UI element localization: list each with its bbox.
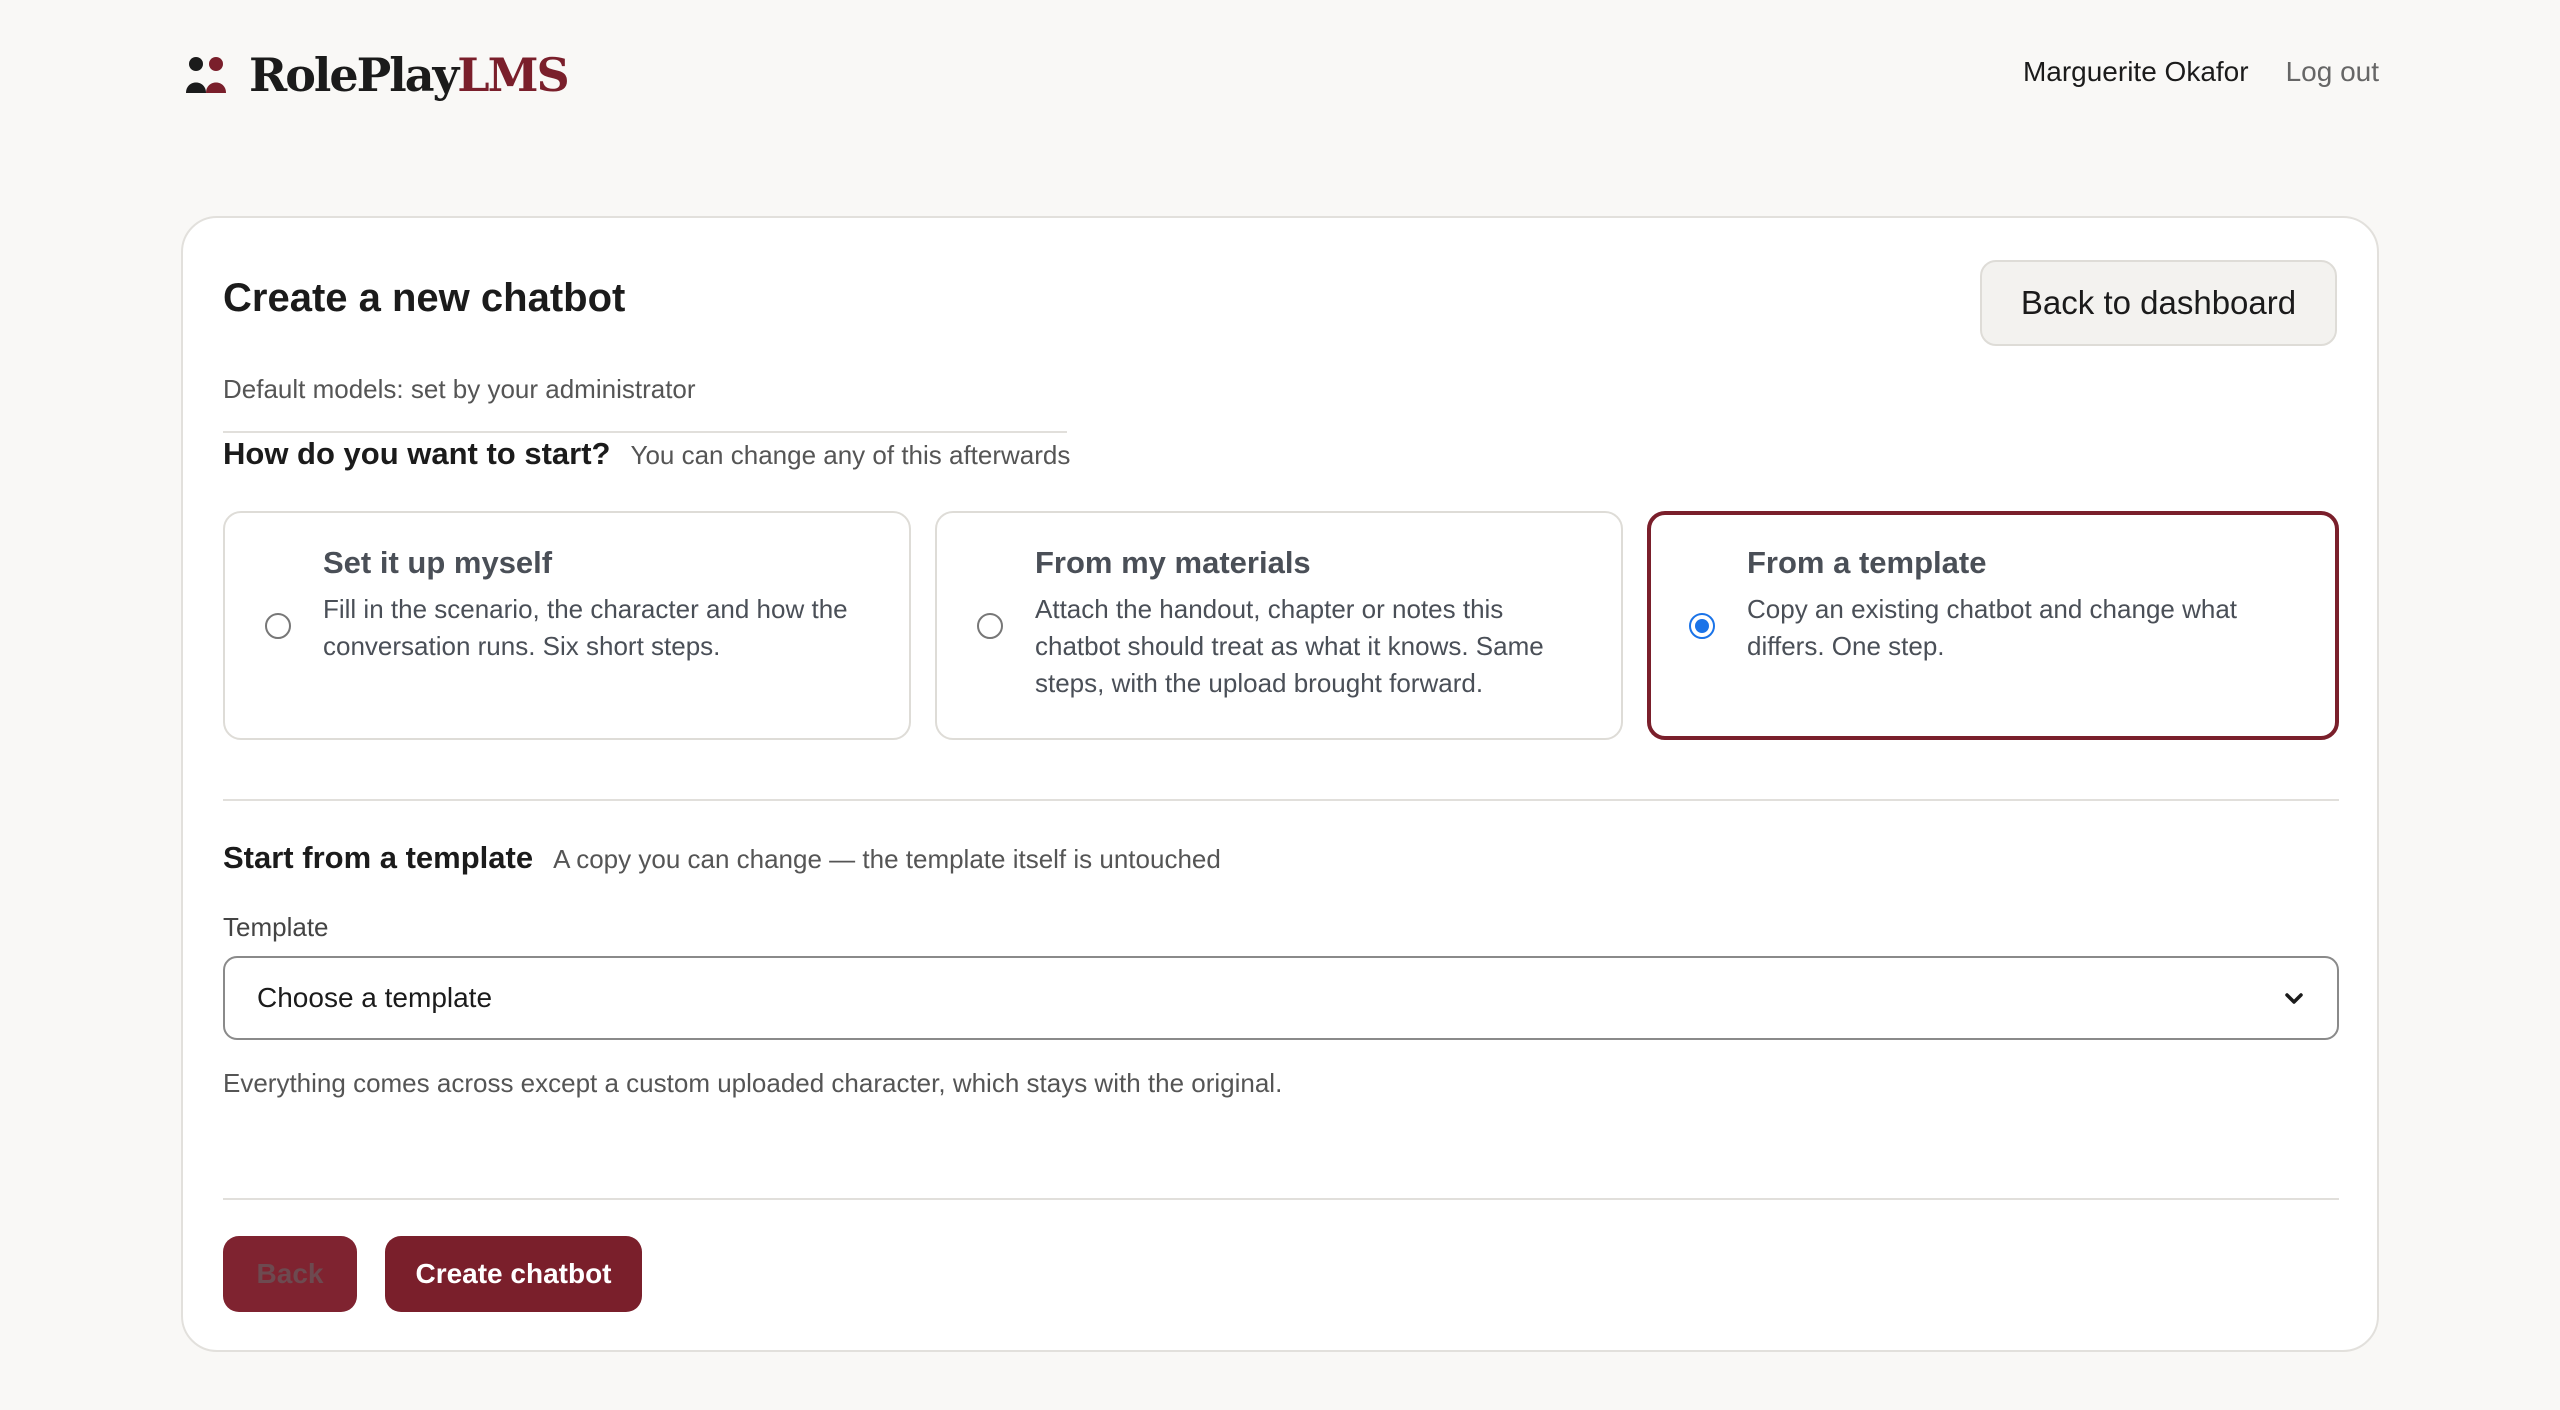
- logout-link[interactable]: Log out: [2286, 56, 2379, 88]
- user-nav: Marguerite Okafor Log out: [2023, 56, 2379, 88]
- divider: [223, 431, 1067, 433]
- option-description: Attach the handout, chapter or notes thi…: [1035, 594, 1544, 698]
- start-section-header: How do you want to start? You can change…: [223, 436, 1070, 472]
- template-section-heading: Start from a template: [223, 840, 534, 875]
- radio-button[interactable]: [977, 613, 1003, 639]
- option-title: From a template: [1747, 545, 1987, 580]
- template-field-label: Template: [223, 912, 329, 942]
- divider: [223, 799, 2339, 801]
- template-select-value: Choose a template: [257, 982, 493, 1013]
- option-set-it-up-myself[interactable]: Set it up myself Fill in the scenario, t…: [223, 511, 911, 740]
- user-name[interactable]: Marguerite Okafor: [2023, 56, 2249, 88]
- radio-button-selected[interactable]: [1689, 613, 1715, 639]
- radio-button[interactable]: [265, 613, 291, 639]
- template-section-subheading: A copy you can change — the template its…: [553, 844, 1221, 874]
- people-icon: [186, 57, 226, 93]
- option-description: Fill in the scenario, the character and …: [323, 594, 848, 661]
- brand-name-main: RolePlay: [249, 48, 459, 102]
- option-from-my-materials[interactable]: From my materials Attach the handout, ch…: [935, 511, 1623, 740]
- template-section-header: Start from a template A copy you can cha…: [223, 840, 1221, 876]
- create-chatbot-card: Create a new chatbot Back to dashboard D…: [181, 216, 2379, 1352]
- start-section-subheading: You can change any of this afterwards: [630, 440, 1071, 470]
- option-title: Set it up myself: [323, 545, 553, 580]
- brand-name: RolePlayLMS: [249, 48, 570, 102]
- default-models-note: Default models: set by your administrato…: [223, 374, 696, 404]
- start-section-heading: How do you want to start?: [223, 436, 611, 471]
- brand-logo[interactable]: RolePlayLMS: [185, 48, 570, 102]
- option-description: Copy an existing chatbot and change what…: [1747, 594, 2238, 661]
- top-bar: RolePlayLMS Marguerite Okafor Log out: [0, 0, 2560, 150]
- chevron-down-icon: [2285, 993, 2303, 1004]
- back-to-dashboard-button[interactable]: Back to dashboard: [1980, 260, 2337, 346]
- brand-name-accent: LMS: [457, 48, 569, 102]
- page-title: Create a new chatbot: [223, 276, 626, 320]
- back-button[interactable]: Back: [223, 1236, 357, 1312]
- back-button-label: Back: [256, 1258, 324, 1289]
- template-hint: Everything comes across except a custom …: [223, 1068, 1283, 1098]
- option-title: From my materials: [1035, 545, 1311, 580]
- create-chatbot-button[interactable]: Create chatbot: [385, 1236, 642, 1312]
- option-from-a-template[interactable]: From a template Copy an existing chatbot…: [1647, 511, 2339, 740]
- template-select[interactable]: Choose a template: [223, 956, 2339, 1040]
- divider: [223, 1198, 2339, 1200]
- start-options: Set it up myself Fill in the scenario, t…: [223, 511, 2339, 740]
